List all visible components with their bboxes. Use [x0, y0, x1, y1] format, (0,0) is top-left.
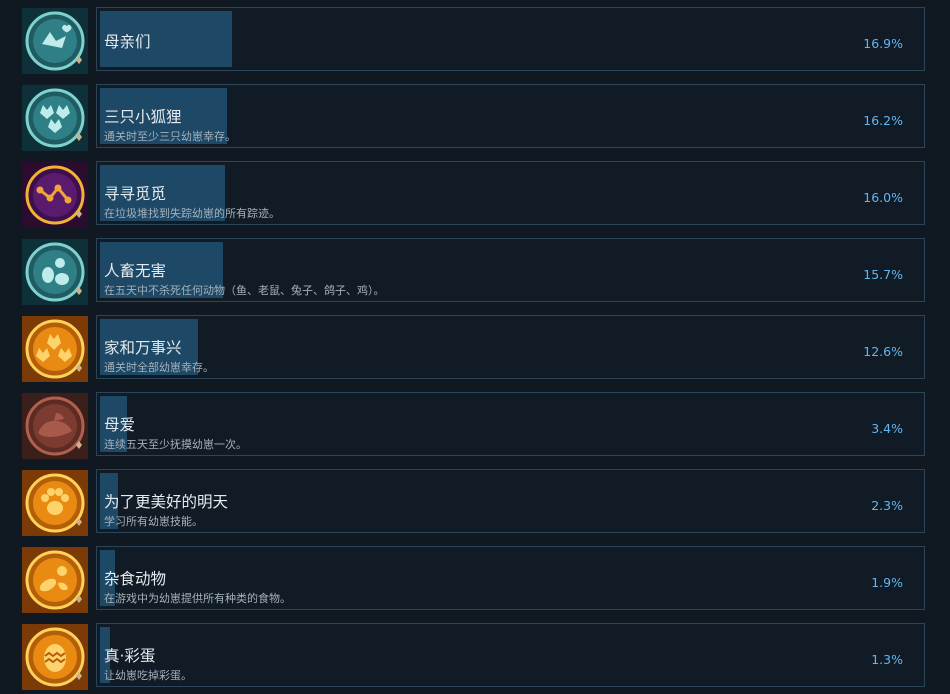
unlock-percentage: 16.0%	[863, 190, 903, 205]
achievement-description: 在垃圾堆找到失踪幼崽的所有踪迹。	[104, 207, 280, 220]
achievement-title: 杂食动物	[104, 570, 167, 588]
achievement-row: 母爱 连续五天至少抚摸幼崽一次。 3.4%	[0, 392, 950, 459]
achievement-row: 母亲们 16.9%	[0, 7, 950, 74]
petting-hand-icon	[22, 393, 88, 459]
achievement-panel: 为了更美好的明天 学习所有幼崽技能。 2.3%	[96, 469, 925, 533]
achievement-row: 为了更美好的明天 学习所有幼崽技能。 2.3%	[0, 469, 950, 536]
achievement-row: 杂食动物 在游戏中为幼崽提供所有种类的食物。 1.9%	[0, 546, 950, 613]
achievement-description: 通关时至少三只幼崽幸存。	[104, 130, 236, 143]
achievement-row: 三只小狐狸 通关时至少三只幼崽幸存。 16.2%	[0, 84, 950, 151]
three-foxes-icon	[22, 85, 88, 151]
animals-icon	[22, 239, 88, 305]
unlock-percentage: 3.4%	[871, 421, 903, 436]
achievement-description: 学习所有幼崽技能。	[104, 515, 203, 528]
trail-path-icon	[22, 162, 88, 228]
achievement-title: 人畜无害	[104, 262, 167, 280]
paw-icon	[22, 470, 88, 536]
achievement-panel: 寻寻觅觅 在垃圾堆找到失踪幼崽的所有踪迹。 16.0%	[96, 161, 925, 225]
achievement-title: 寻寻觅觅	[104, 185, 167, 203]
fox-family-icon	[22, 316, 88, 382]
achievement-panel: 杂食动物 在游戏中为幼崽提供所有种类的食物。 1.9%	[96, 546, 925, 610]
achievement-description: 通关时全部幼崽幸存。	[104, 361, 214, 374]
achievement-panel: 三只小狐狸 通关时至少三只幼崽幸存。 16.2%	[96, 84, 925, 148]
unlock-percentage: 1.9%	[871, 575, 903, 590]
achievement-panel: 母亲们 16.9%	[96, 7, 925, 71]
achievement-description: 让幼崽吃掉彩蛋。	[104, 669, 192, 682]
achievement-description: 连续五天至少抚摸幼崽一次。	[104, 438, 247, 451]
unlock-percentage: 15.7%	[863, 267, 903, 282]
achievement-title: 真·彩蛋	[104, 647, 156, 665]
achievement-panel: 人畜无害 在五天中不杀死任何动物（鱼、老鼠、兔子、鸽子、鸡）。 15.7%	[96, 238, 925, 302]
achievement-panel: 家和万事兴 通关时全部幼崽幸存。 12.6%	[96, 315, 925, 379]
egg-icon	[22, 624, 88, 690]
achievement-panel: 真·彩蛋 让幼崽吃掉彩蛋。 1.3%	[96, 623, 925, 687]
unlock-percentage: 1.3%	[871, 652, 903, 667]
achievement-panel: 母爱 连续五天至少抚摸幼崽一次。 3.4%	[96, 392, 925, 456]
unlock-percentage: 16.9%	[863, 36, 903, 51]
achievement-row: 家和万事兴 通关时全部幼崽幸存。 12.6%	[0, 315, 950, 382]
achievement-description: 在五天中不杀死任何动物（鱼、老鼠、兔子、鸽子、鸡）。	[104, 284, 385, 297]
achievement-row: 人畜无害 在五天中不杀死任何动物（鱼、老鼠、兔子、鸽子、鸡）。 15.7%	[0, 238, 950, 305]
achievement-title: 三只小狐狸	[104, 108, 182, 126]
achievement-description: 在游戏中为幼崽提供所有种类的食物。	[104, 592, 291, 605]
achievement-title: 为了更美好的明天	[104, 493, 229, 511]
unlock-percentage: 12.6%	[863, 344, 903, 359]
achievement-row: 寻寻觅觅 在垃圾堆找到失踪幼崽的所有踪迹。 16.0%	[0, 161, 950, 228]
achievement-row: 真·彩蛋 让幼崽吃掉彩蛋。 1.3%	[0, 623, 950, 690]
fox-hearts-icon	[22, 8, 88, 74]
unlock-percentage: 2.3%	[871, 498, 903, 513]
food-icon	[22, 547, 88, 613]
unlock-percentage: 16.2%	[863, 113, 903, 128]
achievement-title: 母爱	[104, 416, 136, 434]
achievement-title: 母亲们	[104, 33, 151, 51]
achievement-title: 家和万事兴	[104, 339, 182, 357]
